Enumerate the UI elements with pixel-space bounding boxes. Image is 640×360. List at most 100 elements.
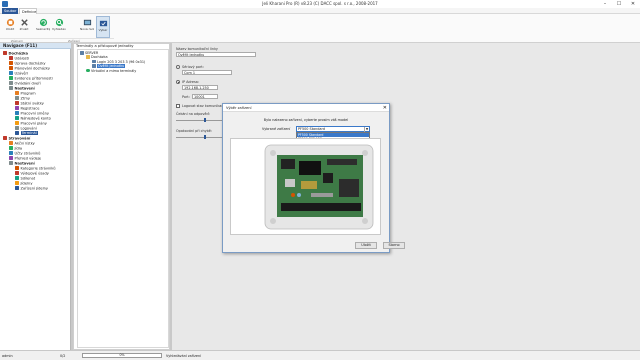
log-label: Logovat stav komunikace [182, 104, 226, 108]
device-icon [15, 186, 19, 190]
category-icon [15, 166, 19, 170]
device-board-image [264, 144, 374, 230]
dialog-title: Výběr zařízení [226, 106, 252, 110]
share-icon [15, 176, 19, 180]
app-icon [2, 1, 8, 7]
tickets-icon [9, 141, 13, 145]
nav-item-label: Jídelny [20, 181, 33, 186]
save-button[interactable]: Uložit [3, 16, 17, 38]
tree-list: SERVER Docházka Login 203 3 203 3 (96 0x31… [80, 51, 145, 73]
nav-item-label: Terminál [20, 131, 38, 136]
dialog-ok-button-visual[interactable]: Uložit [355, 242, 377, 249]
dialog-cancel-button[interactable]: Storno [383, 242, 405, 249]
window-title: Jeli Kharani Pro (R) v8.23 (C) DACC spol… [262, 1, 378, 6]
refresh-label: Seznačitpo [36, 28, 50, 31]
tree-item[interactable]: Virtuální a mimo terminály [80, 68, 145, 73]
nav-item-label: Uzávěrl [14, 71, 29, 76]
dispense-icon [15, 171, 19, 175]
ip-radio[interactable] [176, 80, 180, 84]
tree-item-label: Login 203 3 203 3 (96 0x31) [97, 59, 146, 64]
serial-label: Sériový port: [182, 65, 204, 69]
device-select-value: PF500 Standard [298, 127, 325, 131]
nav-item-label: Náhledové konto [20, 116, 51, 121]
name-label: Název komunikační linky [176, 47, 218, 51]
tree-item-label: Docházka [91, 55, 108, 60]
settings-icon [9, 86, 13, 90]
serial-value: Com 1 [184, 71, 195, 75]
navigation-header: Navigace (F11) [0, 43, 71, 49]
cancel-icon [20, 19, 28, 26]
close-icon[interactable]: ✕ [626, 0, 640, 8]
edit-icon [9, 61, 13, 65]
door-icon [9, 81, 13, 85]
nav-item-label: Jídla [14, 146, 23, 151]
maximize-icon[interactable]: ☐ [612, 0, 626, 8]
minimize-icon[interactable]: – [598, 0, 612, 8]
serial-radio[interactable] [176, 65, 180, 69]
status-message: Vyhledávání zařízení [166, 354, 202, 358]
port-field[interactable]: 10001 [192, 94, 218, 99]
nav-item-label: Události [14, 56, 30, 61]
report-icon [9, 156, 13, 160]
nav-item-label: Nastavení [14, 86, 35, 91]
nav-item[interactable]: Zařízení jídelny [0, 186, 71, 191]
nav-item-label: Akční lístky [14, 141, 35, 146]
search-icon [55, 18, 63, 27]
navigation-panel: Navigace (F11) Docházka Události Úprava do… [0, 43, 71, 350]
nav-item-label: Účty strávníků [14, 151, 41, 156]
ip-label: IP Adresa: [182, 80, 199, 84]
nav-item-label: Ovládání dveří [14, 81, 41, 86]
register-icon [15, 106, 19, 110]
nav-item-label: Nastavení [14, 161, 35, 166]
select-button[interactable]: Výběr [96, 16, 110, 38]
select-label: Výběr [98, 29, 108, 32]
terminal-icon [15, 131, 19, 135]
delay-label: Opakování při chybě: [176, 129, 213, 133]
select-icon [99, 20, 107, 27]
ip-field[interactable]: 192.168.1.250 [182, 85, 218, 90]
tree-item-label: Ověřit jednotku [97, 64, 126, 69]
log-icon [15, 126, 19, 130]
device-select-label: Vybrané zařízení [262, 127, 291, 131]
port-label: Port: [182, 95, 190, 99]
nav-item-label: Registrace [20, 106, 40, 111]
progress-text: 0% [119, 353, 125, 357]
nav-item-label: Docházka [8, 51, 28, 56]
log-checkbox[interactable] [176, 104, 180, 108]
nav-item-label: Program [20, 91, 36, 96]
device-select-dialog: Výběr zařízení ✕ Bylo nalezeno zařízení,… [222, 103, 390, 253]
delay-slider-thumb[interactable] [204, 135, 206, 139]
name-field[interactable]: Ověřit jednotku [176, 52, 256, 57]
nav-item-label: Pracovní směny [20, 111, 50, 116]
search-label: Vyhledávání [52, 28, 66, 31]
cancel-button[interactable]: Zrušit [17, 16, 31, 38]
dialog-message: Bylo nalezeno zařízení, vyberte prosím v… [263, 118, 349, 122]
progress-bar: 0% [82, 353, 162, 358]
device-image [230, 138, 381, 235]
folder-icon [3, 51, 7, 55]
refresh-button[interactable]: Seznačitpo [36, 16, 50, 38]
program-icon [15, 91, 19, 95]
navigation-list: Docházka Události Úprava docházky Plánování… [0, 51, 71, 191]
tree-item-label: Virtuální a mimo terminály [91, 68, 137, 73]
status-bar: admin 0/2 0% Vyhledávání zařízení [0, 350, 640, 360]
ribbon: Uložit Zrušit Seznačitpo Vyhledávání Nov… [0, 14, 640, 43]
nav-item-label: Ztmy [20, 96, 31, 101]
cancel-label: Zrušit [19, 28, 29, 31]
tree-item-label: SERVER [85, 51, 99, 55]
calendar-icon [15, 101, 19, 105]
search-button[interactable]: Vyhledávání [52, 16, 66, 38]
shift-icon [15, 111, 19, 115]
status-count: 0/2 [60, 354, 66, 358]
server-icon [80, 51, 84, 55]
dialog-close-icon[interactable]: ✕ [383, 104, 387, 112]
status-user: admin [2, 354, 13, 358]
serial-select[interactable]: Com 1 [182, 70, 232, 75]
refresh-icon [39, 18, 47, 27]
workplan-icon [15, 121, 19, 125]
folder-icon [86, 55, 90, 59]
new-row-icon [83, 19, 91, 26]
wait-slider-thumb[interactable] [204, 118, 206, 122]
nav-item-label: Úprava docházky [14, 61, 46, 66]
new-row-button[interactable]: Nová řada [80, 16, 94, 38]
